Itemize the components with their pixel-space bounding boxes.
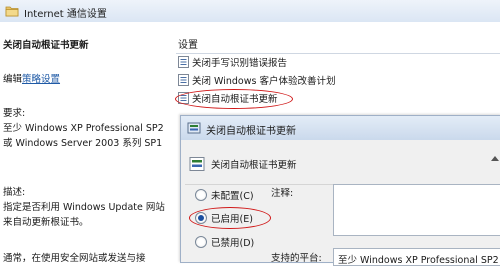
setting-name: 关闭自动根证书更新 [211, 160, 297, 171]
setting-row-handwriting-error-report[interactable]: 关闭手写识别错误报告 [178, 54, 287, 70]
policy-settings-icon [189, 157, 205, 171]
window-title: Internet 通信设置 [24, 9, 107, 20]
setting-row-label: 关闭手写识别错误报告 [192, 58, 288, 69]
window-titlebar: Internet 通信设置 [0, 0, 500, 23]
description-text: 指定是否利用 Windows Update 网站来自动更新根证书。 [3, 202, 165, 228]
description-continued-text: 通常，在使用安全网站或发送与接 [3, 253, 146, 264]
highlight-ellipse-annotation [175, 89, 293, 109]
dialog-title: 关闭自动根证书更新 [206, 126, 296, 137]
supported-platforms-value: 至少 Windows XP Professional SP2 [338, 255, 499, 266]
description-pane: 关闭自动根证书更新 编辑 策略设置 要求: 至少 Windows XP Prof… [0, 22, 168, 264]
policy-setting-icon [178, 56, 189, 68]
dialog-titlebar[interactable]: 关闭自动根证书更新 [181, 116, 500, 140]
radio-label: 已禁用(D) [211, 238, 255, 249]
requirements-label: 要求: [3, 108, 26, 119]
policy-setting-icon [178, 74, 189, 86]
comment-label: 注释: [271, 188, 294, 199]
supported-platforms-label: 支持的平台: [271, 253, 322, 264]
dialog-body: 关闭自动根证书更新 未配置(C) 已启用(E) 已禁用(D) 注释: 支持的平台… [181, 140, 500, 266]
highlight-ellipse-annotation [189, 207, 271, 229]
edit-policy-link[interactable]: 策略设置 [22, 73, 60, 86]
policy-settings-icon [187, 122, 201, 134]
radio-button[interactable] [195, 189, 207, 201]
setting-row-ceip[interactable]: 关闭 Windows 客户体验改善计划 [178, 72, 335, 88]
radio-disabled[interactable]: 已禁用(D) [195, 235, 254, 249]
radio-button[interactable] [195, 236, 207, 248]
settings-column-header[interactable]: 设置 [178, 36, 198, 51]
radio-label: 未配置(C) [211, 191, 254, 202]
folder-icon [5, 6, 19, 17]
policy-title: 关闭自动根证书更新 [3, 40, 89, 51]
policy-dialog: 关闭自动根证书更新 关闭自动根证书更新 未配置(C) 已启用(E) 已禁用(D)… [180, 115, 500, 266]
requirements-text: 至少 Windows XP Professional SP2 或 Windows… [3, 123, 164, 149]
radio-not-configured[interactable]: 未配置(C) [195, 188, 254, 202]
setting-header: 关闭自动根证书更新 [189, 152, 494, 176]
setting-row-label: 关闭 Windows 客户体验改善计划 [192, 76, 336, 87]
comment-textarea[interactable] [333, 184, 500, 236]
supported-platforms-field: 至少 Windows XP Professional SP2 [333, 248, 500, 266]
edit-prefix-text: 编辑 [3, 74, 23, 85]
scroll-up-arrow-icon[interactable] [491, 156, 499, 161]
description-label: 描述: [3, 187, 26, 198]
